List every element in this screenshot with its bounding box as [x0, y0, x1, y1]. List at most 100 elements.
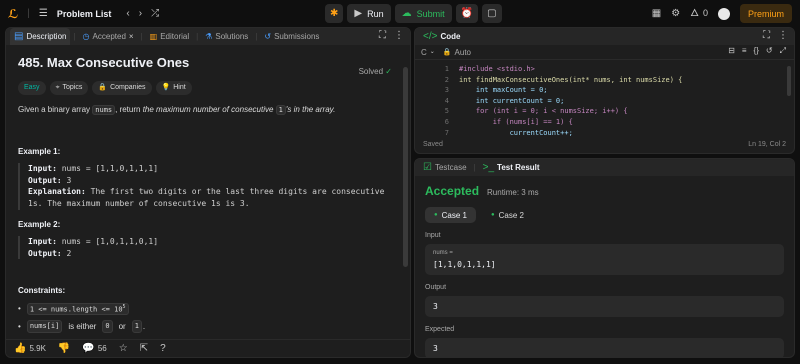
tab-accepted-label: Accepted [92, 32, 126, 41]
divider: | [196, 32, 199, 41]
shuffle-icon[interactable]: ⤮ [151, 8, 159, 19]
description-panel: ▤ Description | ◷ Accepted × | ▥ Editorial |… [5, 27, 411, 358]
divider: | [255, 32, 258, 41]
editor-status-bar: Saved Ln 19, Col 2 [415, 137, 794, 151]
tab-accepted[interactable]: ◷ Accepted × [79, 28, 138, 45]
left-tab-bar: ▤ Description | ◷ Accepted × | ▥ Editorial |… [6, 28, 410, 45]
run-label: Run [367, 8, 384, 19]
constraint-code: nums[i] [26, 320, 63, 333]
like-button[interactable]: 👍 5.9K [14, 343, 46, 354]
tab-code[interactable]: </> Code [419, 28, 464, 45]
expand-icon[interactable]: ⤢ [780, 47, 786, 55]
tab-submissions[interactable]: ↺ Submissions [260, 28, 323, 45]
divider: | [73, 32, 76, 41]
input-label: Input: [28, 237, 57, 247]
leetcode-logo-icon[interactable]: ℒ [8, 8, 18, 20]
cursor-position: Ln 19, Col 2 [748, 140, 786, 148]
star-icon[interactable]: ☆ [119, 343, 128, 354]
language-select[interactable]: C ⌄ [421, 48, 435, 57]
companies-chip[interactable]: 🔒 Companies [92, 80, 152, 95]
more-options-icon[interactable]: ⋮ [394, 31, 404, 41]
bookmark-icon[interactable]: ⊟ [728, 47, 735, 55]
dislike-icon[interactable]: 👎 [58, 343, 70, 354]
constraints-title: Constraints: [18, 286, 66, 296]
lightbulb-icon: 💡 [161, 84, 171, 92]
tab-code-label: Code [440, 32, 461, 41]
example-2-block: Input: nums = [1,0,1,1,0,1] Output: 2 [18, 236, 398, 260]
editor-scrollbar[interactable] [787, 66, 791, 96]
debug-button[interactable]: ✱ [325, 4, 344, 23]
run-button[interactable]: ▶ Run [347, 4, 391, 23]
output-label: Output: [28, 175, 62, 185]
input-label: Input [425, 232, 441, 239]
hint-label: Hint [173, 83, 186, 91]
close-icon[interactable]: × [129, 32, 134, 41]
constraint-text: is either [68, 321, 97, 331]
tab-description[interactable]: ▤ Description [10, 28, 71, 45]
comments-button[interactable]: 💬 56 [82, 343, 107, 354]
problem-list-link[interactable]: Problem List [57, 9, 112, 19]
example-output: 2 [66, 248, 72, 258]
statement-code: nums [92, 104, 116, 115]
tab-testcase[interactable]: ☑ Testcase [419, 159, 471, 176]
saved-status: Saved [423, 140, 443, 148]
statement-code: 1 [275, 104, 286, 115]
code-lines: #include <stdio.h> int findMaxConsecutiv… [459, 64, 682, 138]
case-label: Case 1 [441, 210, 467, 220]
example-2-title: Example 2: [18, 219, 61, 229]
topics-chip[interactable]: ⌖ Topics [49, 80, 89, 95]
share-icon[interactable]: ⇱ [140, 343, 148, 354]
more-options-icon[interactable]: ⋮ [778, 31, 788, 41]
solved-badge: Solved ✓ [359, 66, 392, 78]
constraint-exponent: 5 [122, 303, 126, 310]
format-icon[interactable]: ≡ [742, 47, 747, 55]
braces-icon[interactable]: {} [754, 47, 759, 55]
chevron-left-icon[interactable]: ‹ [126, 8, 129, 19]
note-icon: ▢ [487, 7, 497, 19]
tab-solutions[interactable]: ⚗ Solutions [201, 28, 252, 45]
avatar[interactable] [717, 7, 730, 20]
editor-toolbar: C ⌄ 🔒 Auto ⊟ ≡ {} ↺ ⤢ [415, 45, 794, 60]
gear-icon[interactable]: ⚙ [671, 8, 680, 19]
problem-list-icon[interactable]: ☰ [39, 8, 48, 19]
maximize-icon[interactable]: ⛶ [763, 31, 770, 41]
case-2-tab[interactable]: ● Case 2 [482, 207, 533, 223]
hint-chip[interactable]: 💡 Hint [155, 80, 192, 95]
help-icon[interactable]: ? [160, 343, 166, 354]
submit-button[interactable]: ☁ Submit [394, 4, 452, 23]
notes-button[interactable]: ▢ [482, 4, 502, 23]
timer-button[interactable]: ⏰ [455, 4, 479, 23]
line-numbers: 1234567 [444, 65, 449, 137]
separator: | [27, 7, 30, 19]
comment-count: 56 [97, 343, 107, 353]
top-bar: ℒ | ☰ Problem List ‹ › ⤮ ✱ ▶ Run ☁ Submit … [0, 0, 800, 27]
fire-icon[interactable]: 🜂 0 [690, 8, 708, 19]
input-box: nums = [1,1,0,1,1,1] [425, 244, 784, 275]
code-line: int maxCount = 0; [459, 86, 548, 95]
constraint-text: . [142, 321, 146, 331]
list-item: • 1 <= nums.length <= 105 [18, 302, 398, 316]
reset-icon[interactable]: ↺ [766, 47, 773, 55]
problem-title: 485. Max Consecutive Ones [18, 55, 190, 70]
problem-statement: Given a binary array nums, return the ma… [18, 104, 398, 116]
premium-button[interactable]: Premium [739, 4, 792, 23]
tab-editorial[interactable]: ▥ Editorial [146, 28, 193, 45]
runtime-text: Runtime: 3 ms [487, 188, 539, 197]
maximize-icon[interactable]: ⛶ [379, 31, 386, 41]
chevron-right-icon[interactable]: › [139, 8, 142, 19]
check-circle-icon: ✓ [385, 67, 392, 76]
scrollbar[interactable] [403, 67, 408, 267]
code-editor[interactable]: 1234567 #include <stdio.h> int findMaxCo… [415, 64, 794, 137]
constraint-code: 0 [102, 320, 113, 333]
case-1-tab[interactable]: ● Case 1 [425, 207, 476, 223]
example-1-block: Input: nums = [1,1,0,1,1,1] Output: 3 Ex… [18, 163, 398, 210]
tag-icon: ⌖ [55, 84, 60, 92]
expected-label: Expected [425, 326, 455, 333]
statement-text: Given a binary array [18, 104, 91, 114]
variable-value: [1,1,0,1,1,1] [433, 260, 496, 269]
divider: | [473, 163, 476, 172]
auto-toggle[interactable]: 🔒 Auto [443, 48, 471, 57]
tab-test-result[interactable]: >_ Test Result [479, 159, 544, 176]
layout-grid-icon[interactable]: ▦ [652, 8, 661, 19]
tag-chips: Easy ⌖ Topics 🔒 Companies 💡 Hint [18, 80, 398, 95]
